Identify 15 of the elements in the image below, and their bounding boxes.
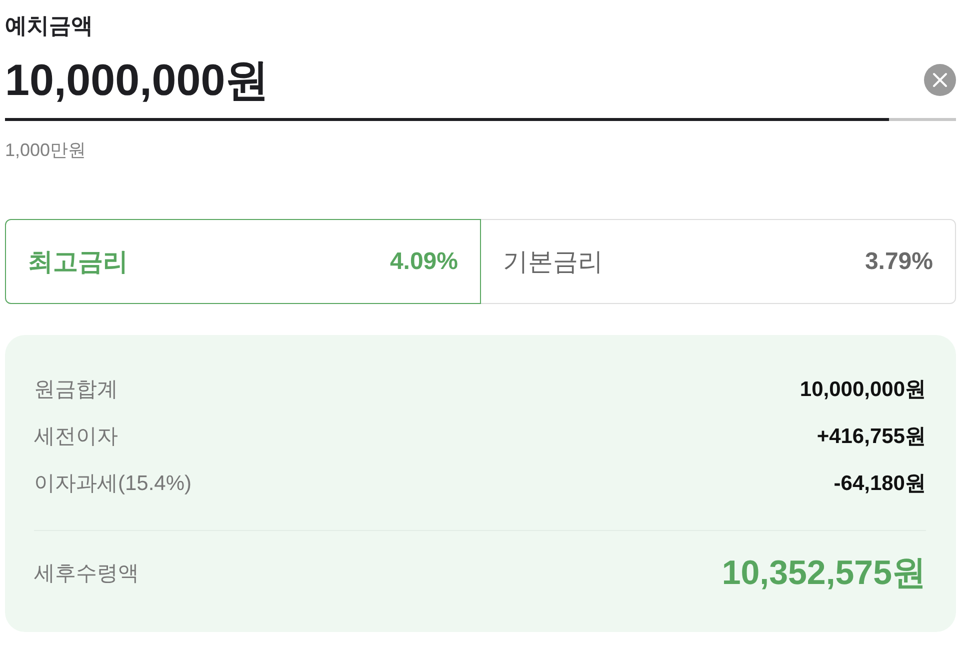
field-label: 예치금액 [5, 12, 93, 40]
summary-value: 10,000,000원 [800, 376, 926, 402]
summary-label: 이자과세(15.4%) [34, 470, 192, 496]
total-label: 세후수령액 [34, 561, 139, 587]
summary-label: 세전이자 [34, 424, 118, 450]
amount-hint: 1,000만원 [5, 139, 86, 162]
clear-button[interactable] [924, 64, 956, 96]
total-value: 10,352,575원 [722, 553, 926, 594]
summary-label: 원금합계 [34, 376, 118, 402]
close-icon [932, 72, 948, 88]
summary-value: +416,755원 [816, 424, 926, 450]
rate-tab[interactable]: 기본금리 3.79% [480, 219, 956, 304]
amount-input[interactable]: 10,000,000원 [5, 52, 924, 108]
summary-value: -64,180원 [834, 470, 926, 496]
rate-tab[interactable]: 최고금리 4.09% [5, 219, 481, 304]
